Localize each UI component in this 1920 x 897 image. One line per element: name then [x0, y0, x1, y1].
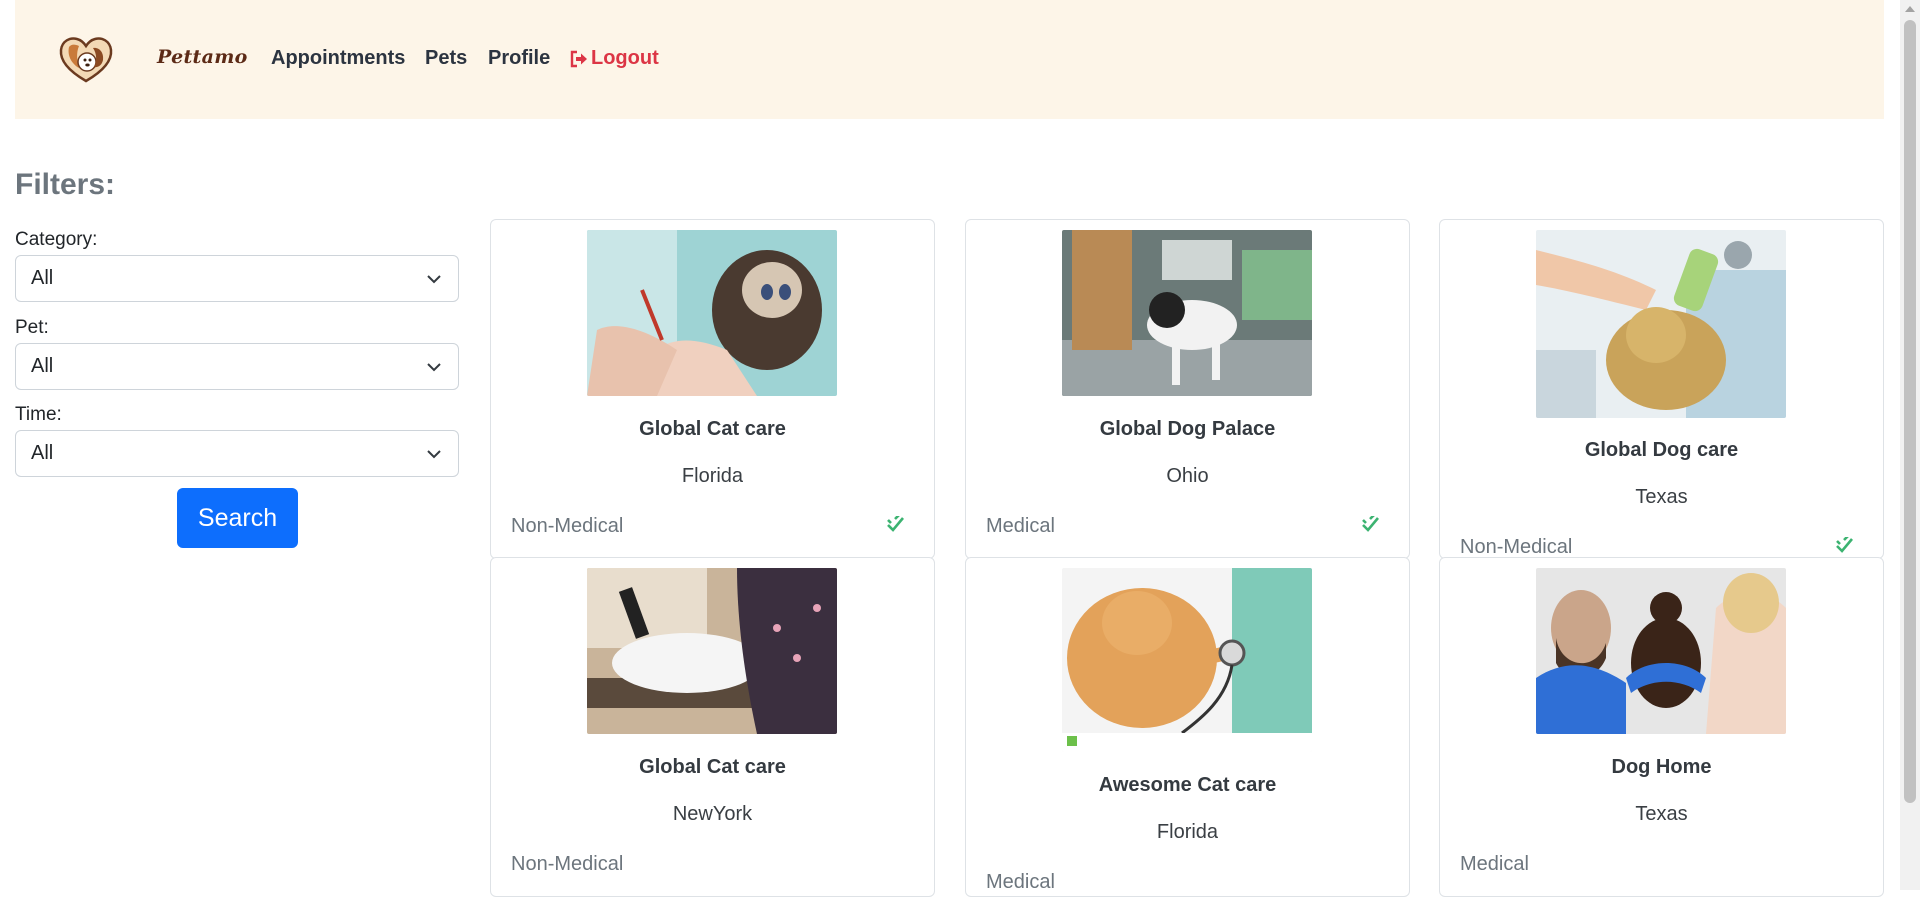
pet-select[interactable]: All — [15, 343, 459, 390]
nav-pets[interactable]: Pets — [425, 47, 467, 70]
card-category: Non-Medical — [511, 515, 624, 537]
verified-check-icon — [1836, 537, 1853, 553]
brand-name[interactable]: Pettamo — [157, 46, 248, 68]
service-card[interactable]: Global Dog care Texas Non-Medical — [1439, 219, 1884, 559]
card-title: Dog Home — [1611, 756, 1712, 778]
service-card[interactable]: Global Dog Palace Ohio Medical — [965, 219, 1410, 559]
card-title: Global Cat care — [639, 418, 786, 440]
verified-check-icon — [887, 516, 904, 532]
search-button[interactable]: Search — [177, 488, 298, 548]
time-select[interactable]: All — [15, 430, 459, 477]
verified-check-icon — [1362, 516, 1379, 532]
category-select-value: All — [31, 267, 54, 289]
card-location: NewYork — [672, 803, 753, 825]
navbar: Pettamo Appointments Pets Profile Logout — [15, 0, 1884, 119]
chevron-down-icon — [427, 363, 441, 372]
service-card[interactable]: Global Cat care NewYork Non-Medical — [490, 557, 935, 897]
pet-select-value: All — [31, 355, 54, 377]
card-image — [1536, 568, 1786, 734]
card-title: Global Dog care — [1584, 439, 1739, 461]
scroll-up-icon[interactable] — [1905, 6, 1915, 12]
card-category: Medical — [1460, 853, 1529, 875]
nav-profile[interactable]: Profile — [488, 47, 550, 70]
card-title: Global Cat care — [639, 756, 786, 778]
category-select[interactable]: All — [15, 255, 459, 302]
card-category: Medical — [986, 871, 1055, 893]
time-label: Time: — [15, 404, 62, 425]
pettamo-logo[interactable] — [57, 34, 115, 84]
card-location: Florida — [681, 465, 744, 487]
pet-label: Pet: — [15, 317, 49, 338]
scrollbar-thumb[interactable] — [1904, 20, 1916, 803]
card-category: Medical — [986, 515, 1055, 537]
card-location: Ohio — [1166, 465, 1209, 487]
card-image — [1062, 568, 1312, 752]
card-category: Non-Medical — [1460, 536, 1573, 558]
chevron-down-icon — [427, 450, 441, 459]
card-image — [1062, 230, 1312, 396]
service-card[interactable]: Global Cat care Florida Non-Medical — [490, 219, 935, 559]
card-image — [587, 230, 837, 396]
card-title: Global Dog Palace — [1099, 418, 1276, 440]
nav-appointments[interactable]: Appointments — [271, 47, 405, 70]
time-select-value: All — [31, 442, 54, 464]
category-label: Category: — [15, 229, 98, 250]
service-card[interactable]: Awesome Cat care Florida Medical — [965, 557, 1410, 897]
card-title: Awesome Cat care — [1098, 774, 1277, 796]
card-location: Texas — [1635, 486, 1688, 508]
logout-label: Logout — [591, 47, 659, 69]
logout-icon — [570, 50, 587, 67]
chevron-down-icon — [427, 275, 441, 284]
card-image — [587, 568, 837, 734]
nav-logout[interactable]: Logout — [569, 47, 659, 70]
filters-title: Filters: — [15, 168, 116, 201]
page-scrollbar[interactable] — [1900, 0, 1920, 890]
card-category: Non-Medical — [511, 853, 624, 875]
card-image — [1536, 230, 1786, 418]
card-location: Florida — [1156, 821, 1219, 843]
service-card[interactable]: Dog Home Texas Medical — [1439, 557, 1884, 897]
card-location: Texas — [1635, 803, 1688, 825]
